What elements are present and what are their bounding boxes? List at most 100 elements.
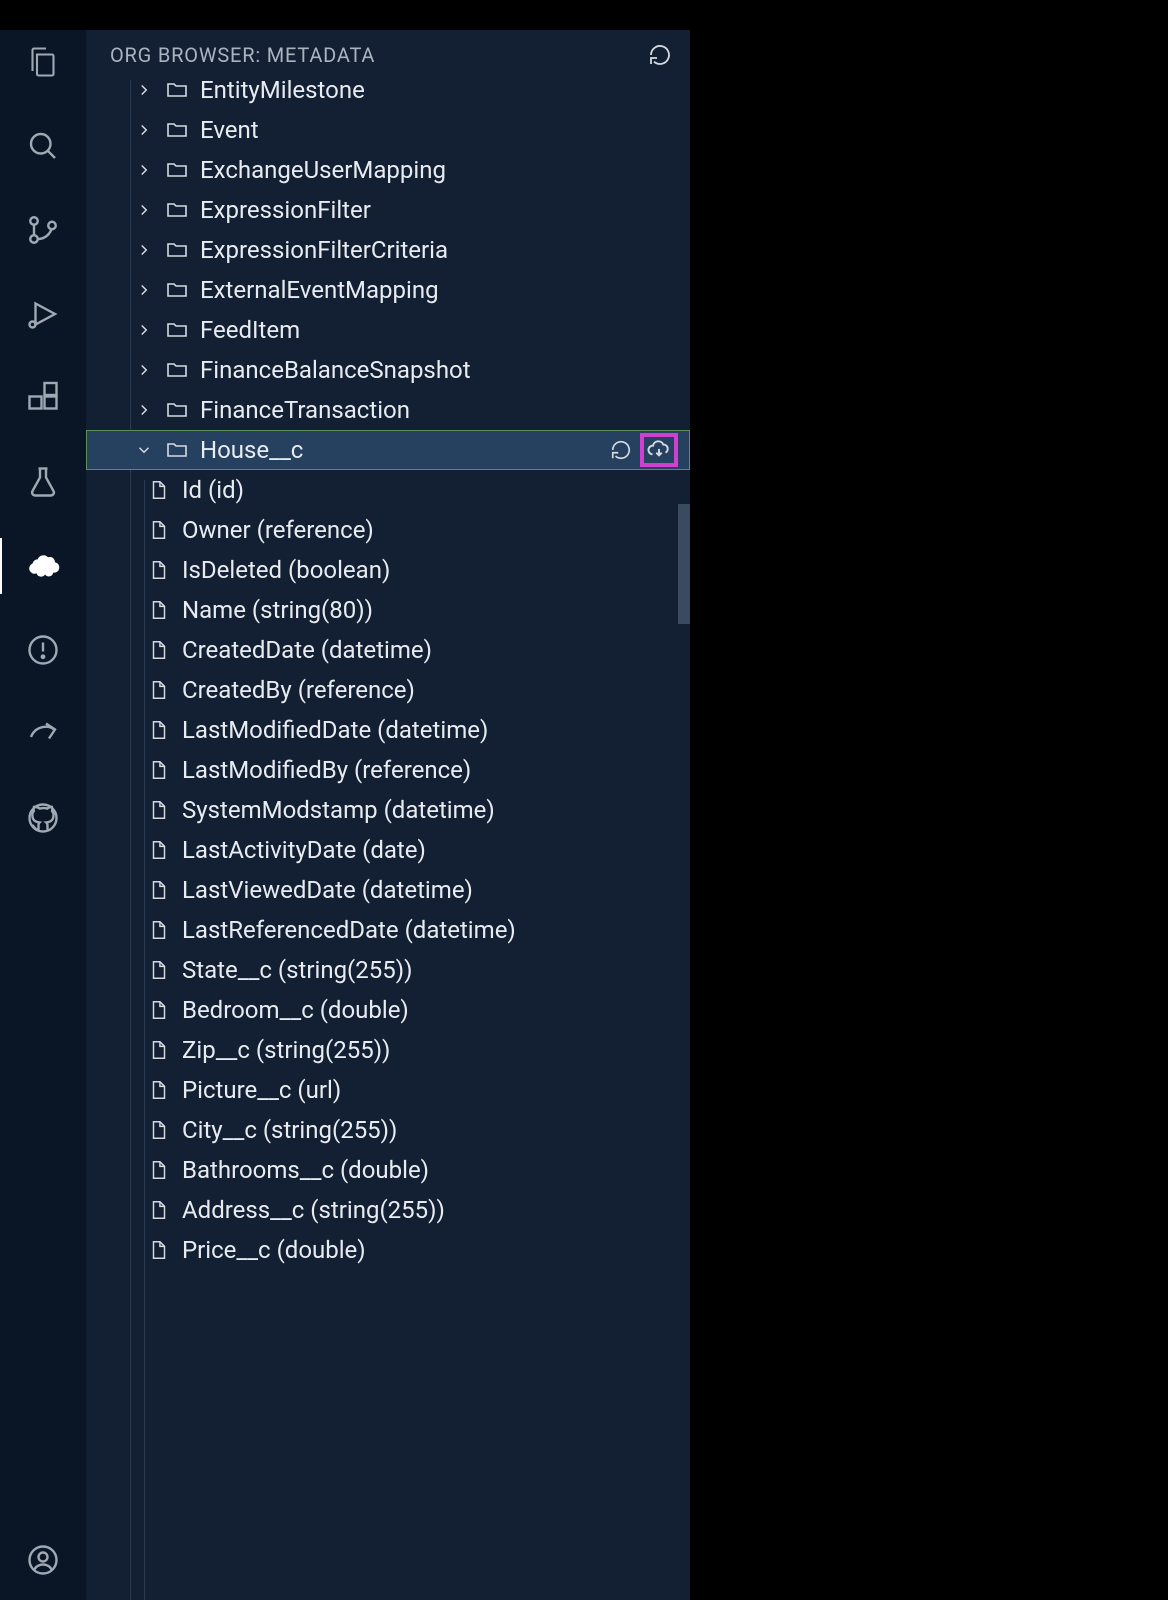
folder-label: FinanceTransaction bbox=[200, 396, 410, 424]
tree-field[interactable]: Bathrooms__c (double) bbox=[86, 1150, 690, 1190]
field-label: SystemModstamp (datetime) bbox=[182, 796, 495, 824]
folder-icon bbox=[164, 118, 190, 142]
field-label: State__c (string(255)) bbox=[182, 956, 412, 984]
field-label: Bedroom__c (double) bbox=[182, 996, 409, 1024]
folder-icon bbox=[164, 398, 190, 422]
tree-field[interactable]: LastReferencedDate (datetime) bbox=[86, 910, 690, 950]
file-icon bbox=[146, 919, 172, 941]
field-label: Id (id) bbox=[182, 476, 244, 504]
file-icon bbox=[146, 1239, 172, 1261]
file-icon bbox=[146, 799, 172, 821]
tree-field[interactable]: Picture__c (url) bbox=[86, 1070, 690, 1110]
search-icon[interactable] bbox=[23, 126, 63, 166]
share-icon[interactable] bbox=[23, 714, 63, 754]
field-label: Owner (reference) bbox=[182, 516, 374, 544]
cloud-download-icon[interactable] bbox=[640, 433, 678, 467]
app-root: ORG BROWSER: METADATA EntityMilestone Ev… bbox=[0, 0, 1168, 1600]
run-debug-icon[interactable] bbox=[23, 294, 63, 334]
tree-folder-feeditem[interactable]: FeedItem bbox=[86, 310, 690, 350]
chevron-right-icon bbox=[134, 401, 154, 419]
file-icon bbox=[146, 879, 172, 901]
sidebar-panel: ORG BROWSER: METADATA EntityMilestone Ev… bbox=[86, 30, 690, 1600]
chevron-right-icon bbox=[134, 321, 154, 339]
tree-folder-entitymilestone[interactable]: EntityMilestone bbox=[86, 80, 690, 110]
field-label: LastModifiedDate (datetime) bbox=[182, 716, 488, 744]
chevron-right-icon bbox=[134, 161, 154, 179]
file-icon bbox=[146, 959, 172, 981]
tree-field[interactable]: LastActivityDate (date) bbox=[86, 830, 690, 870]
tree-field[interactable]: Owner (reference) bbox=[86, 510, 690, 550]
tree-field[interactable]: LastViewedDate (datetime) bbox=[86, 870, 690, 910]
chevron-right-icon bbox=[134, 281, 154, 299]
folder-label: ExpressionFilterCriteria bbox=[200, 236, 448, 264]
file-icon bbox=[146, 479, 172, 501]
tree-field[interactable]: CreatedBy (reference) bbox=[86, 670, 690, 710]
file-icon bbox=[146, 719, 172, 741]
folder-icon bbox=[164, 318, 190, 342]
scrollbar-thumb[interactable] bbox=[678, 504, 690, 624]
file-icon bbox=[146, 1119, 172, 1141]
folder-icon bbox=[164, 438, 190, 462]
accounts-icon[interactable] bbox=[23, 1540, 63, 1580]
folder-label: EntityMilestone bbox=[200, 80, 365, 104]
field-label: Price__c (double) bbox=[182, 1236, 366, 1264]
tree-field[interactable]: City__c (string(255)) bbox=[86, 1110, 690, 1150]
source-control-icon[interactable] bbox=[23, 210, 63, 250]
folder-label: Event bbox=[200, 116, 259, 144]
editor-area bbox=[690, 30, 1168, 1600]
folder-icon bbox=[164, 278, 190, 302]
tree-field[interactable]: Address__c (string(255)) bbox=[86, 1190, 690, 1230]
chevron-right-icon bbox=[134, 201, 154, 219]
field-label: CreatedDate (datetime) bbox=[182, 636, 432, 664]
refresh-icon[interactable] bbox=[648, 43, 672, 67]
file-icon bbox=[146, 599, 172, 621]
folder-label: House__c bbox=[200, 436, 303, 464]
salesforce-icon[interactable] bbox=[23, 546, 63, 586]
testing-icon[interactable] bbox=[23, 462, 63, 502]
chevron-down-icon bbox=[134, 441, 154, 459]
folder-icon bbox=[164, 80, 190, 102]
folder-label: ExchangeUserMapping bbox=[200, 156, 446, 184]
tree-field[interactable]: IsDeleted (boolean) bbox=[86, 550, 690, 590]
folder-icon bbox=[164, 198, 190, 222]
tree-field[interactable]: SystemModstamp (datetime) bbox=[86, 790, 690, 830]
tree-field[interactable]: State__c (string(255)) bbox=[86, 950, 690, 990]
row-actions bbox=[608, 433, 678, 467]
field-label: IsDeleted (boolean) bbox=[182, 556, 390, 584]
extensions-icon[interactable] bbox=[23, 378, 63, 418]
tree-folder-externaleventmapping[interactable]: ExternalEventMapping bbox=[86, 270, 690, 310]
field-label: Bathrooms__c (double) bbox=[182, 1156, 429, 1184]
tree-field[interactable]: Name (string(80)) bbox=[86, 590, 690, 630]
file-icon bbox=[146, 839, 172, 861]
metadata-tree: EntityMilestone Event ExchangeUserMappin… bbox=[86, 80, 690, 1600]
tree-folder-financetransaction[interactable]: FinanceTransaction bbox=[86, 390, 690, 430]
explorer-icon[interactable] bbox=[23, 42, 63, 82]
tree-field[interactable]: LastModifiedBy (reference) bbox=[86, 750, 690, 790]
github-icon[interactable] bbox=[23, 798, 63, 838]
tree-folder-expressionfilter[interactable]: ExpressionFilter bbox=[86, 190, 690, 230]
tree-field[interactable]: Price__c (double) bbox=[86, 1230, 690, 1270]
field-label: LastViewedDate (datetime) bbox=[182, 876, 473, 904]
tree-folder-house[interactable]: House__c bbox=[86, 430, 690, 470]
issues-icon[interactable] bbox=[23, 630, 63, 670]
tree-folder-expressionfiltercriteria[interactable]: ExpressionFilterCriteria bbox=[86, 230, 690, 270]
sidebar-header: ORG BROWSER: METADATA bbox=[86, 30, 690, 80]
folder-label: ExternalEventMapping bbox=[200, 276, 439, 304]
folder-icon bbox=[164, 358, 190, 382]
refresh-icon[interactable] bbox=[608, 437, 634, 463]
tree-field[interactable]: Zip__c (string(255)) bbox=[86, 1030, 690, 1070]
tree-field[interactable]: Id (id) bbox=[86, 470, 690, 510]
field-label: Zip__c (string(255)) bbox=[182, 1036, 390, 1064]
field-label: Picture__c (url) bbox=[182, 1076, 341, 1104]
chevron-right-icon bbox=[134, 241, 154, 259]
tree-folder-event[interactable]: Event bbox=[86, 110, 690, 150]
sidebar-title: ORG BROWSER: METADATA bbox=[110, 43, 375, 67]
activity-bar bbox=[0, 30, 86, 1600]
tree-field[interactable]: Bedroom__c (double) bbox=[86, 990, 690, 1030]
tree-field[interactable]: LastModifiedDate (datetime) bbox=[86, 710, 690, 750]
tree-field[interactable]: CreatedDate (datetime) bbox=[86, 630, 690, 670]
field-label: Name (string(80)) bbox=[182, 596, 373, 624]
file-icon bbox=[146, 759, 172, 781]
tree-folder-financebalancesnapshot[interactable]: FinanceBalanceSnapshot bbox=[86, 350, 690, 390]
tree-folder-exchangeusermapping[interactable]: ExchangeUserMapping bbox=[86, 150, 690, 190]
